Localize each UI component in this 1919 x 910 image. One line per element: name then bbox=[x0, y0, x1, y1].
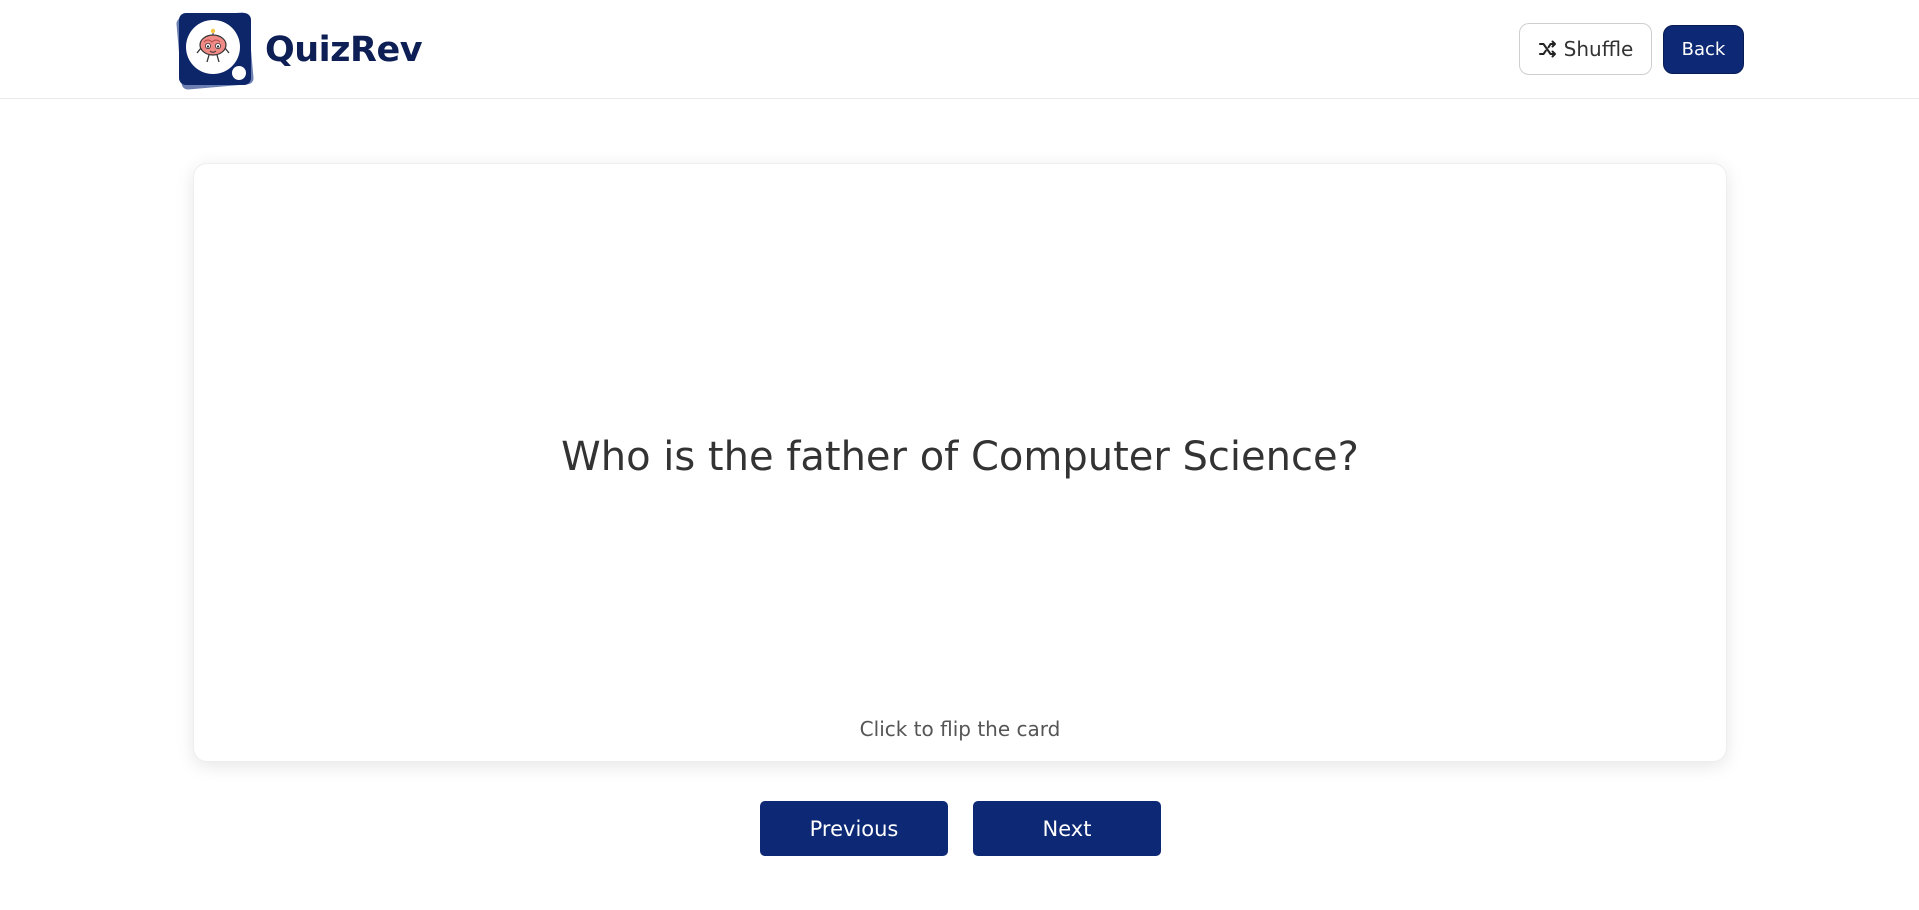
next-button[interactable]: Next bbox=[973, 801, 1161, 856]
card-question: Who is the father of Computer Science? bbox=[561, 434, 1359, 480]
brand-name[interactable]: QuizRev bbox=[265, 30, 423, 70]
previous-button[interactable]: Previous bbox=[760, 801, 948, 856]
back-button[interactable]: Back bbox=[1663, 25, 1744, 74]
logo[interactable] bbox=[175, 11, 255, 91]
shuffle-label: Shuffle bbox=[1563, 37, 1634, 61]
flashcard[interactable]: Who is the father of Computer Science? C… bbox=[193, 163, 1727, 762]
logo-dot bbox=[232, 66, 246, 80]
brand[interactable]: QuizRev bbox=[175, 11, 423, 91]
brain-mascot-icon bbox=[196, 28, 230, 63]
header: QuizRev Shuffle Back bbox=[0, 0, 1919, 99]
flip-hint: Click to flip the card bbox=[859, 717, 1061, 741]
shuffle-icon bbox=[1538, 40, 1556, 58]
shuffle-button[interactable]: Shuffle bbox=[1519, 23, 1652, 75]
